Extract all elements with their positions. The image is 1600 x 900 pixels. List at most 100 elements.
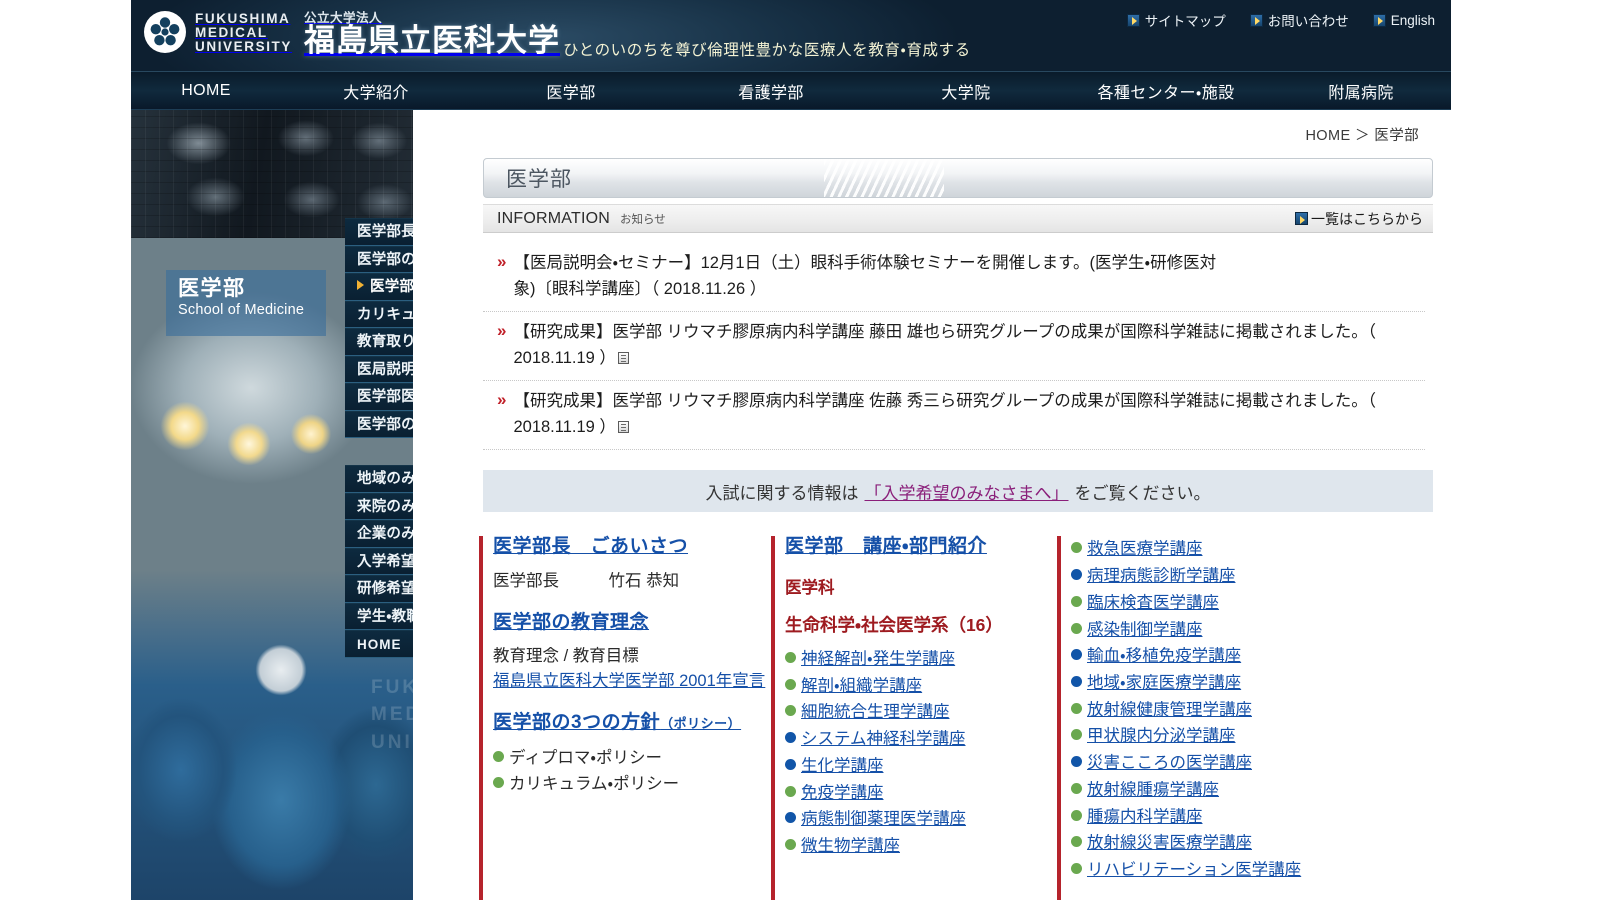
column-faculty-info: 医学部長 ごあいさつ 医学部長 竹石 恭知 医学部の教育理念 教育理念 / 教育…	[479, 534, 771, 900]
education-philosophy-text: 教育理念 / 教育目標	[493, 647, 639, 666]
department-link[interactable]: 微生物学講座	[801, 833, 900, 860]
department-link[interactable]: 免疫学講座	[801, 780, 884, 807]
double-chevron-icon: »	[497, 252, 507, 271]
nav-item-centers-facilities[interactable]: 各種センター・施設	[1061, 72, 1271, 109]
department-link[interactable]: 放射線健康管理学講座	[1087, 697, 1252, 724]
breadcrumb[interactable]: HOME ＞ 医学部	[445, 110, 1433, 145]
department-link[interactable]: 地域・家庭医療学講座	[1087, 670, 1241, 697]
department-link[interactable]: 臨床検査医学講座	[1087, 590, 1219, 617]
department-link[interactable]: 甲状腺内分泌学講座	[1087, 723, 1236, 750]
left-panel: 医学部 School of Medicine 医学部長 ごあいさつ 医学部の教育…	[131, 110, 545, 900]
department-link[interactable]: 神経解剖・発生学講座	[801, 646, 955, 673]
news-item-link[interactable]: 【研究成果】医学部 リウマチ膠原病内科学講座 藤田 雄也ら研究グループの成果が国…	[513, 323, 1376, 367]
news-item: » 【研究成果】医学部 リウマチ膠原病内科学講座 藤田 雄也ら研究グループの成果…	[483, 312, 1425, 382]
nav-item-about[interactable]: 大学紹介	[281, 72, 471, 109]
fmu-flower-logo-icon	[143, 10, 187, 54]
bullet-dot-icon	[785, 785, 796, 797]
information-header: INFORMATION お知らせ 一覧はこちらから	[483, 204, 1433, 233]
department-link[interactable]: 病理病態診断学講座	[1087, 563, 1236, 590]
three-policies-subtitle: （ポリシー）	[660, 715, 742, 731]
declaration-2001-link[interactable]: 福島県立医科大学医学部 2001年宣言	[493, 672, 765, 690]
bullet-dot-icon	[1071, 542, 1082, 554]
double-chevron-icon: »	[497, 390, 507, 410]
news-item: » 【研究成果】医学部 リウマチ膠原病内科学講座 佐藤 秀三ら研究グループの成果…	[483, 381, 1425, 451]
badge-english-label: School of Medicine	[178, 302, 305, 319]
department-link[interactable]: 放射線災害医療学講座	[1087, 830, 1252, 857]
department-link[interactable]: 救急医療学講座	[1087, 536, 1203, 563]
link-columns: 医学部長 ごあいさつ 医学部長 竹石 恭知 医学部の教育理念 教育理念 / 教育…	[479, 534, 1433, 900]
bullet-dot-icon	[1071, 702, 1082, 714]
block-dean-greeting-body: 医学部長 竹石 恭知	[493, 569, 771, 594]
util-link-sitemap[interactable]: サイトマップ	[1126, 10, 1226, 30]
util-link-contact[interactable]: お問い合わせ	[1249, 10, 1349, 30]
bullet-dot-icon	[785, 705, 796, 717]
news-item-link[interactable]: 【医局説明会・セミナー】12月1日（土）眼科手術体験セミナーを開催します。(医学…	[513, 251, 1225, 302]
main-navigation: HOME 大学紹介 医学部 看護学部 大学院 各種センター・施設 附属病院	[131, 72, 1451, 110]
brand-university-name: 福島県立医科大学	[304, 23, 561, 58]
util-link-english[interactable]: English	[1372, 12, 1435, 28]
admission-notice: 入試に関する情報は 「入学希望のみなさまへ」 をご覧ください。	[483, 470, 1433, 513]
util-link-english-label: English	[1390, 12, 1435, 28]
nav-item-home-label: HOME	[181, 81, 231, 99]
bullet-dot-icon	[1071, 863, 1082, 874]
site-header: FUKUSHIMA MEDICAL UNIVERSITY 公立大学法人 福島県立…	[131, 0, 1451, 72]
nav-item-medicine[interactable]: 医学部	[471, 72, 671, 109]
block-education-philosophy-heading[interactable]: 医学部の教育理念	[493, 610, 649, 636]
department-link[interactable]: 感染制御学講座	[1087, 617, 1203, 644]
bullet-dot-icon	[1071, 622, 1082, 634]
list-item: 感染制御学講座	[1071, 617, 1347, 644]
nav-item-hospital[interactable]: 附属病院	[1271, 72, 1451, 109]
list-item: 救急医療学講座	[1071, 536, 1347, 563]
department-link[interactable]: 細胞統合生理学講座	[801, 699, 950, 726]
department-link[interactable]: 放射線腫瘍学講座	[1087, 777, 1219, 804]
department-link[interactable]: リハビリテーション医学講座	[1087, 857, 1301, 884]
nav-item-nursing[interactable]: 看護学部	[671, 72, 871, 109]
list-item: 災害こころの医学講座	[1071, 750, 1347, 777]
list-item: 生化学講座	[785, 753, 1057, 780]
column-departments-b: 救急医療学講座 病理病態診断学講座 臨床検査医学講座 感染制御学講座 輸血・移植…	[1057, 534, 1347, 900]
badge-japanese-label: 医学部	[178, 277, 246, 300]
department-link[interactable]: 生化学講座	[801, 753, 884, 780]
arrow-right-icon	[1372, 13, 1386, 27]
department-link[interactable]: システム神経科学講座	[801, 726, 966, 753]
arrow-right-icon	[1249, 13, 1263, 27]
department-link[interactable]: 病態制御薬理医学講座	[801, 806, 966, 833]
block-departments-heading[interactable]: 医学部 講座・部門紹介	[785, 534, 987, 560]
admission-notice-link[interactable]: 「入学希望のみなさまへ」	[865, 479, 1069, 504]
site-logo[interactable]: FUKUSHIMA MEDICAL UNIVERSITY 公立大学法人 福島県立…	[143, 6, 560, 58]
bullet-dot-icon	[785, 758, 796, 770]
nav-item-graduate-school[interactable]: 大学院	[871, 72, 1061, 109]
bullet-dot-icon	[493, 750, 504, 762]
column-departments-a: 医学部 講座・部門紹介 医学科 生命科学・社会医学系（16） 神経解剖・発生学講…	[771, 534, 1057, 900]
nav-item-medicine-label: 医学部	[546, 84, 596, 102]
information-see-all-link[interactable]: 一覧はこちらから	[1295, 209, 1423, 229]
policy-item-label: ディプロマ・ポリシー	[509, 748, 662, 767]
news-item-link[interactable]: 【研究成果】医学部 リウマチ膠原病内科学講座 佐藤 秀三ら研究グループの成果が国…	[513, 392, 1376, 436]
information-heading-jp: お知らせ	[620, 213, 666, 226]
information-heading-en: INFORMATION	[497, 209, 611, 227]
bullet-dot-icon	[785, 652, 796, 664]
list-item: 病態制御薬理医学講座	[785, 806, 1057, 833]
three-policies-list: ディプロマ・ポリシー カリキュラム・ポリシー	[493, 745, 771, 798]
block-three-policies-heading[interactable]: 医学部の3つの方針（ポリシー）	[493, 710, 741, 736]
list-item: システム神経科学講座	[785, 726, 1057, 753]
logo-line-3: UNIVERSITY	[195, 38, 293, 54]
department-link[interactable]: 腫瘍内科学講座	[1087, 804, 1203, 831]
document-icon	[617, 420, 629, 433]
page-title: 医学部	[506, 168, 572, 191]
list-item: 放射線災害医療学講座	[1071, 830, 1347, 857]
section-label-life-science: 生命科学・社会医学系（16）	[785, 615, 1003, 636]
nav-item-centers-facilities-label: 各種センター・施設	[1097, 84, 1235, 102]
document-icon	[617, 351, 629, 364]
list-item: ディプロマ・ポリシー	[493, 745, 771, 772]
department-link[interactable]: 解剖・組織学講座	[801, 673, 922, 700]
department-link[interactable]: 輸血・移植免疫学講座	[1087, 643, 1241, 670]
list-item: 免疫学講座	[785, 780, 1057, 807]
block-dean-greeting-heading[interactable]: 医学部長 ごあいさつ	[493, 534, 688, 560]
bullet-dot-icon	[785, 839, 796, 851]
news-item: » 【医局説明会・セミナー】12月1日（土）眼科手術体験セミナーを開催します。(…	[483, 243, 1425, 313]
nav-item-home[interactable]: HOME	[131, 72, 281, 109]
list-item: 微生物学講座	[785, 833, 1057, 860]
department-link[interactable]: 災害こころの医学講座	[1087, 750, 1252, 777]
policy-item-label: カリキュラム・ポリシー	[509, 775, 680, 794]
